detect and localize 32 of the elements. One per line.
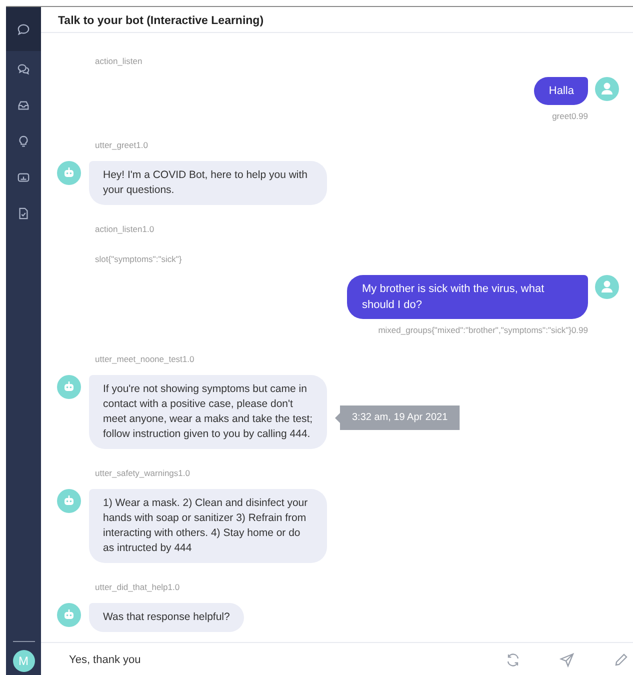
inbox-icon <box>17 98 30 112</box>
timestamp-tooltip: 3:32 am, 19 Apr 2021 <box>335 405 460 430</box>
speech-bubble-icon <box>17 22 30 36</box>
action-label: utter_greet1.0 <box>95 140 148 150</box>
user-message: Halla <box>534 77 588 106</box>
page-title: Talk to your bot (Interactive Learning) <box>58 15 264 27</box>
lightbulb-icon <box>17 134 30 148</box>
intent-label: mixed_groups{"mixed":"brother","symptoms":"sick"}0.99 <box>378 325 588 336</box>
user-avatar-icon <box>595 77 619 102</box>
bot-message: 1) Wear a mask. 2) Clean and disinfect your hands with soap or sanitizer 3) Refrain from interacting with others. 4) Stay home or do as intructed by 444 <box>89 489 327 564</box>
action-label: slot{"symptoms":"sick"} <box>95 254 182 264</box>
action-label: action_listen1.0 <box>95 224 154 234</box>
pencil-icon[interactable] <box>613 652 629 668</box>
send-icon[interactable] <box>559 652 575 668</box>
bot-message: If you're not showing symptoms but came in contact with a positive case, please don't meet anyone, wear a maks and take the test; follow instruction given to you by calling 444. <box>89 375 327 450</box>
intent-label: greet0.99 <box>552 111 588 122</box>
action-label: utter_meet_noone_test1.0 <box>95 354 194 364</box>
speech-bubbles-icon <box>17 62 30 76</box>
bot-message: Hey! I'm a COVID Bot, here to help you with your questions. <box>89 161 327 206</box>
sidebar-item[interactable] <box>6 7 41 51</box>
user-avatar-icon <box>595 275 619 300</box>
action-label: utter_did_that_help1.0 <box>95 582 180 592</box>
document-icon <box>17 206 30 220</box>
action-label: utter_safety_warnings1.0 <box>95 468 190 478</box>
bot-avatar-icon <box>57 375 81 400</box>
bot-avatar-icon <box>57 489 81 514</box>
user-message: My brother is sick with the virus, what should I do? <box>347 275 588 320</box>
refresh-icon[interactable] <box>505 652 521 668</box>
bot-avatar-icon <box>57 161 81 186</box>
action-label: action_listen <box>95 56 142 66</box>
bot-avatar-icon <box>57 603 81 628</box>
bot-message: Was that response helpful? <box>89 603 244 632</box>
